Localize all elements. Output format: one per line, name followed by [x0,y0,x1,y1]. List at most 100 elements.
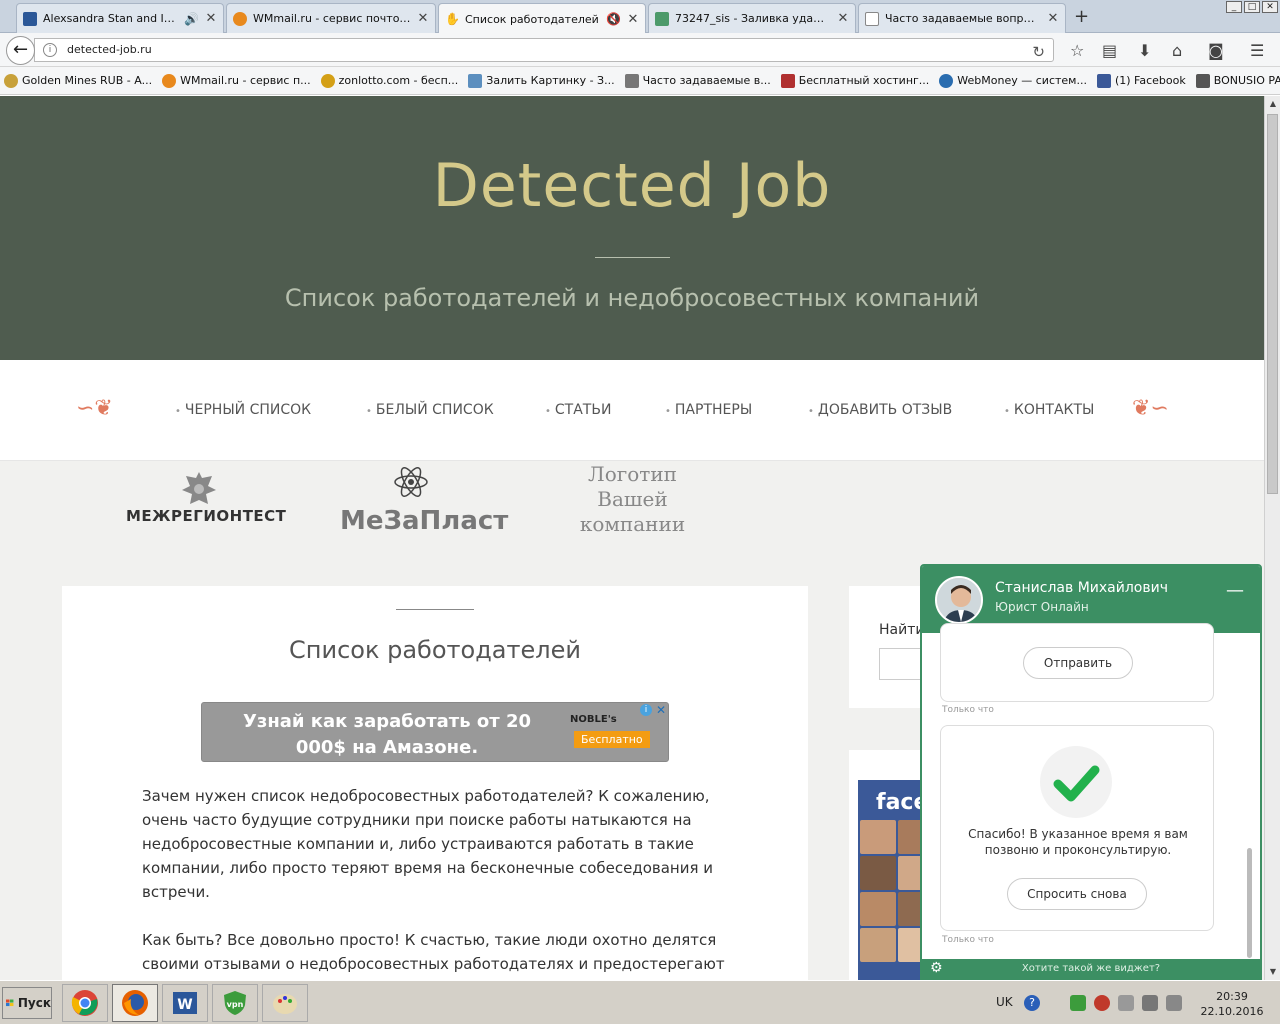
bookmark-item[interactable]: Залить Картинку - З... [468,73,615,88]
volume-icon[interactable] [1166,995,1182,1011]
widget-promo-link[interactable]: Хотите такой же виджет? [922,963,1260,974]
menu-item-blacklist[interactable]: ЧЕРНЫЙ СПИСОК [175,402,311,418]
star-bookmark-icon[interactable]: ☆ [1070,41,1084,60]
no-entry-icon[interactable] [1094,995,1110,1011]
fan-avatar[interactable] [860,820,896,854]
speaker-icon[interactable]: 🔊 [184,12,199,26]
taskbar-paint[interactable] [262,984,308,1022]
tab-3-active[interactable]: ✋ Список работодателей 🔇 ✕ [438,3,646,34]
tab-2[interactable]: WMmail.ru - сервис почтовы... ✕ [226,3,436,33]
close-tab-icon[interactable]: ✕ [417,11,429,26]
header-divider [595,257,670,258]
hand-favicon-icon: ✋ [445,12,460,26]
download-icon[interactable]: ⬇ [1138,41,1151,60]
reload-icon[interactable]: ↻ [1032,41,1045,63]
tab-5[interactable]: Часто задаваемые вопросы... ✕ [858,3,1066,33]
scroll-down-icon[interactable]: ▼ [1265,964,1280,980]
speaker-icon[interactable]: 🔇 [606,12,621,26]
message-timestamp: Только что [942,705,994,715]
tab-4[interactable]: 73247_sis - Заливка удалас... ✕ [648,3,856,33]
second-paragraph: Как быть? Все довольно просто! К счастью… [142,931,725,973]
home-icon[interactable]: ⌂ [1172,41,1182,60]
eagle-emblem-icon [182,472,216,504]
ask-again-button[interactable]: Спросить снова [1007,878,1147,910]
bookmark-icon [468,73,483,88]
site-brand[interactable]: Detected Job [0,151,1264,221]
language-indicator[interactable]: UK [996,995,1013,1009]
bookmark-label: WMmail.ru - сервис п... [180,74,311,87]
close-tab-icon[interactable]: ✕ [205,11,217,26]
bookmark-item[interactable]: Бесплатный хостинг... [780,73,929,88]
scroll-thumb[interactable] [1267,114,1278,494]
consultant-avatar [935,576,983,624]
ad-button[interactable]: Бесплатно [574,731,650,748]
tab-title: Список работодателей [465,12,599,26]
taskbar-vpn[interactable]: vpn [212,984,258,1022]
fan-avatar[interactable] [860,856,896,890]
menu-item-whitelist[interactable]: БЕЛЫЙ СПИСОК [366,402,494,418]
chat-scrollbar[interactable] [1247,848,1252,958]
bookmark-item[interactable]: zonlotto.com - бесп... [320,73,458,88]
taskbar-word[interactable]: W [162,984,208,1022]
menu-icon[interactable]: ☰ [1250,41,1264,60]
network-icon[interactable] [1118,995,1134,1011]
clock[interactable]: 20:39 22.10.2016 [1200,989,1264,1019]
bookmark-label: WebMoney — систем... [957,74,1087,87]
taskbar-firefox[interactable] [112,984,158,1022]
bookmark-icon [4,73,18,88]
menu-item-add-review[interactable]: ДОБАВИТЬ ОТЗЫВ [808,402,952,418]
site-tagline: Список работодателей и недобросовестных … [284,284,980,312]
bookmark-item[interactable]: WebMoney — систем... [939,73,1087,88]
adchoices-icon[interactable]: i [640,704,652,716]
bookmark-item[interactable]: BONUSIO PAYEER BO... [1195,73,1280,88]
antivirus-shield-icon[interactable] [1070,995,1086,1011]
reading-list-icon[interactable]: ▤ [1102,41,1117,60]
bookmark-item[interactable]: Часто задаваемые в... [624,73,771,88]
back-button[interactable]: ← [6,36,35,65]
menu-item-partners[interactable]: ПАРТНЕРЫ [665,402,752,418]
close-tab-icon[interactable]: ✕ [1047,11,1059,26]
monitor-icon[interactable] [1142,995,1158,1011]
bookmark-icon [780,73,795,88]
menu-item-articles[interactable]: СТАТЬИ [545,402,612,418]
close-tab-icon[interactable]: ✕ [837,11,849,26]
start-button[interactable]: Пуск [2,987,52,1019]
fan-avatar[interactable] [860,928,896,962]
close-window-icon[interactable]: ✕ [1262,1,1278,13]
bookmark-item[interactable]: (1) Facebook [1096,73,1186,88]
close-tab-icon[interactable]: ✕ [627,12,639,27]
taskbar-chrome[interactable] [62,984,108,1022]
logo-mezhregiontest[interactable]: МЕЖРЕГИОНТЕСТ [126,507,286,525]
word-icon: W [173,992,197,1014]
windows-logo-icon [6,999,14,1007]
chat-body: Отправить Только что Спасибо! В указанно… [922,623,1260,959]
logo-placeholder[interactable]: Логотип Вашей компании [560,462,705,537]
page-scrollbar[interactable]: ▲ ▼ [1264,96,1280,980]
tab-1[interactable]: Alexsandra Stan and Inn... 🔊 ✕ [16,3,224,33]
minimize-icon[interactable]: _ [1226,1,1242,13]
fan-avatar[interactable] [860,892,896,926]
scroll-up-icon[interactable]: ▲ [1265,96,1280,112]
tab-title: Часто задаваемые вопросы... [885,12,1041,25]
new-tab-button[interactable]: + [1074,6,1089,27]
main-content: Список работодателей Узнай как заработат… [62,586,808,980]
title-divider [396,609,474,610]
bookmark-item[interactable]: Golden Mines RUB - A... [4,73,152,88]
logo-mezaplast[interactable]: МеЗаПласт [340,506,508,536]
paint-palette-icon [273,994,297,1014]
help-icon[interactable]: ? [1024,995,1040,1011]
url-bar[interactable]: i detected-job.ru ↻ [34,38,1054,62]
send-button[interactable]: Отправить [1023,647,1133,679]
maximize-icon[interactable]: □ [1244,1,1260,13]
menu-item-contacts[interactable]: КОНТАКТЫ [1004,402,1094,418]
info-icon[interactable]: i [43,43,57,57]
ad-text[interactable]: Узнай как заработать от 20 000$ на Амазо… [232,709,542,761]
minimize-chat-icon[interactable]: — [1226,580,1244,601]
chat-footer: ⚙ Хотите такой же виджет? [922,959,1260,978]
pocket-icon[interactable]: ◙ [1208,41,1224,60]
ad-close-icon[interactable]: ✕ [656,703,666,717]
windows-taskbar: Пуск W vpn UK ? 20:39 22.10.2016 [0,980,1280,1024]
facebook-icon [1096,73,1111,88]
ad-banner[interactable]: Узнай как заработать от 20 000$ на Амазо… [201,702,669,762]
bookmark-item[interactable]: WMmail.ru - сервис п... [162,73,311,88]
